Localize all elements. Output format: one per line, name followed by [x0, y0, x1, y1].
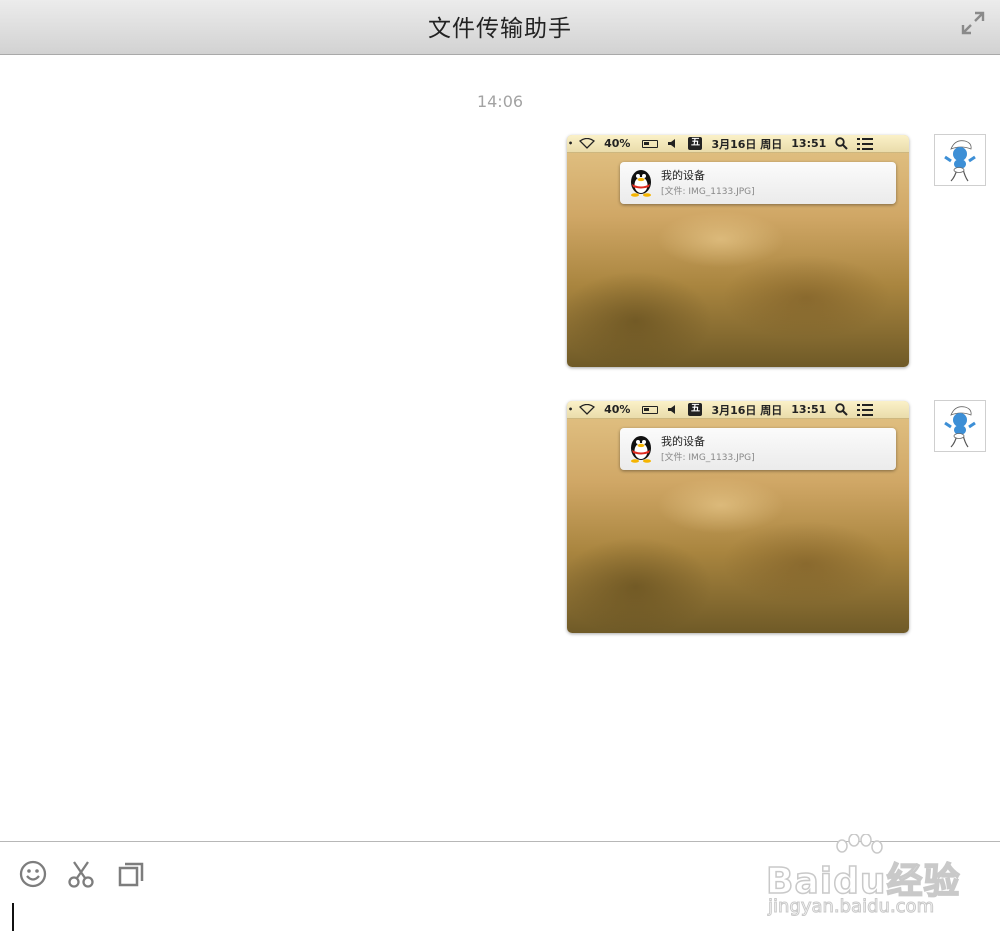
qq-penguin-icon — [631, 170, 651, 197]
notification-card: 我的设备 [文件: IMG_1133.JPG] — [620, 162, 896, 204]
scissors-icon[interactable] — [66, 859, 96, 889]
notification-title: 我的设备 — [661, 435, 705, 448]
volume-icon — [668, 139, 676, 148]
list-icon — [857, 137, 874, 150]
screenshot-menubar: • 40% 五 3月16日 周日 13:51 — [567, 135, 909, 153]
dot-icon: • — [568, 139, 574, 148]
volume-icon — [668, 405, 676, 414]
message-input[interactable] — [16, 900, 736, 936]
smurf-avatar-icon — [944, 406, 976, 448]
message-timestamp: 14:06 — [476, 92, 524, 111]
notification-subtitle: [文件: IMG_1133.JPG] — [661, 187, 755, 197]
avatar[interactable] — [934, 134, 986, 186]
notification-title: 我的设备 — [661, 169, 705, 182]
search-icon — [835, 403, 848, 416]
expand-icon[interactable] — [960, 10, 986, 36]
battery-percent: 40% — [604, 137, 631, 150]
image-message[interactable]: • 40% 五 3月16日 周日 13:51 我的设备 [文件: IMG_113… — [567, 135, 909, 367]
battery-icon — [642, 139, 659, 148]
notification-subtitle: [文件: IMG_1133.JPG] — [661, 453, 755, 463]
notification-card: 我的设备 [文件: IMG_1133.JPG] — [620, 428, 896, 470]
title-bar: 文件传输助手 — [0, 0, 1000, 55]
battery-percent: 40% — [604, 403, 631, 416]
search-icon — [835, 137, 848, 150]
wifi-icon — [579, 404, 596, 415]
emoji-icon[interactable] — [18, 859, 48, 889]
smurf-avatar-icon — [944, 140, 976, 182]
image-message[interactable]: • 40% 五 3月16日 周日 13:51 我的设备 [文件: IMG_113… — [567, 401, 909, 633]
menubar-date: 3月16日 周日 — [711, 403, 783, 417]
menubar-time: 13:51 — [791, 403, 827, 416]
qq-penguin-icon — [631, 436, 651, 463]
avatar[interactable] — [934, 400, 986, 452]
message-input-area[interactable] — [0, 841, 1000, 943]
battery-icon — [642, 405, 659, 414]
window-title: 文件传输助手 — [428, 16, 572, 42]
dot-icon: • — [568, 405, 574, 414]
ime-icon: 五 — [688, 403, 703, 416]
ime-icon: 五 — [688, 137, 703, 150]
wifi-icon — [579, 138, 596, 149]
text-caret — [12, 903, 14, 931]
window-icon[interactable] — [116, 859, 146, 889]
menubar-date: 3月16日 周日 — [711, 137, 783, 151]
screenshot-menubar: • 40% 五 3月16日 周日 13:51 — [567, 401, 909, 419]
list-icon — [857, 403, 874, 416]
chat-area[interactable]: 14:06 • 40% 五 3月16日 周日 13:51 我的设备 [文件: I… — [0, 56, 1000, 841]
menubar-time: 13:51 — [791, 137, 827, 150]
